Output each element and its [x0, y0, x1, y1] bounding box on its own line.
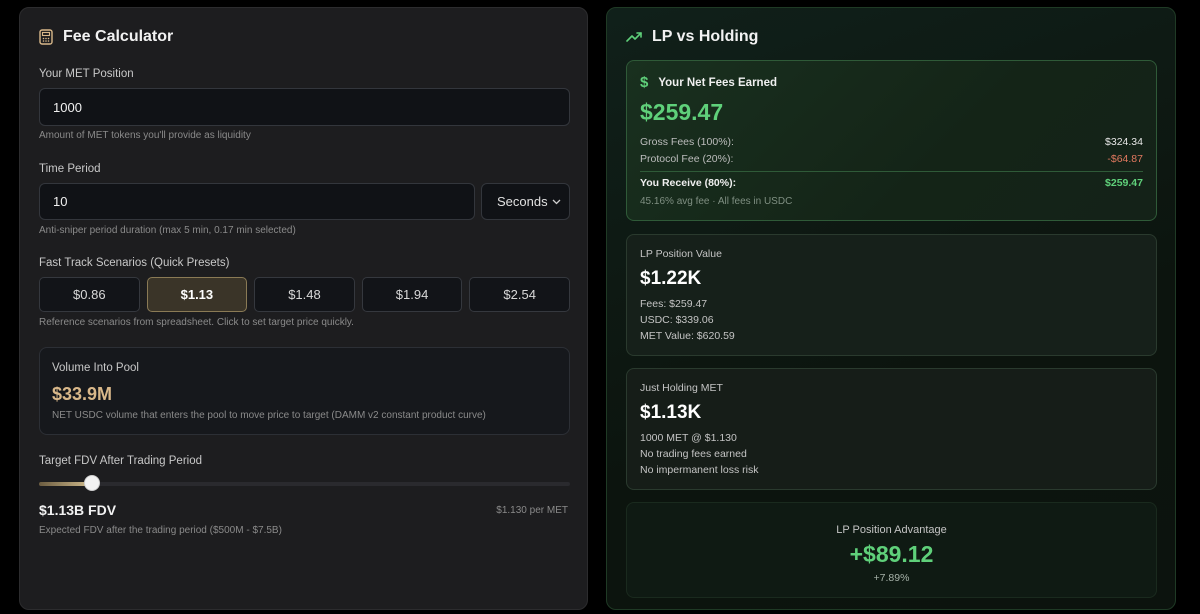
fee-calculator-title: Fee Calculator: [39, 28, 173, 46]
holding-value: $1.13K: [640, 402, 702, 423]
time-unit-select[interactable]: Seconds: [481, 183, 570, 220]
preset-button[interactable]: $1.94: [361, 277, 463, 312]
preset-button[interactable]: $1.48: [254, 277, 355, 312]
advantage-label: LP Position Advantage: [836, 524, 947, 536]
per-met-price: $1.130 per MET: [496, 505, 568, 516]
volume-value: $33.9M: [52, 384, 113, 404]
holding-label: Just Holding MET: [640, 382, 723, 394]
receive-label: You Receive (80%):: [640, 177, 737, 189]
advantage-card: LP Position Advantage +$89.12 +7.89%: [626, 502, 1157, 598]
lp-position-label: LP Position Value: [640, 248, 722, 260]
position-label: Your MET Position: [39, 68, 134, 80]
lp-line: USDC: $339.06: [640, 314, 714, 326]
fee-calculator-panel: Fee Calculator Your MET Position 1000 Am…: [19, 7, 588, 610]
time-unit-value: Seconds: [497, 194, 548, 209]
holding-card: Just Holding MET $1.13K 1000 MET @ $1.13…: [626, 368, 1157, 490]
time-period-input[interactable]: 10: [39, 183, 475, 220]
target-fdv-value: $1.13B FDV: [39, 502, 117, 518]
presets-label: Fast Track Scenarios (Quick Presets): [39, 257, 230, 269]
lp-vs-holding-panel: LP vs Holding $ Your Net Fees Earned $25…: [606, 7, 1176, 610]
holding-line: No trading fees earned: [640, 448, 747, 460]
trending-up-icon: [626, 32, 642, 42]
advantage-pct: +7.89%: [873, 572, 910, 584]
volume-label: Volume Into Pool: [52, 362, 139, 374]
divider: [640, 171, 1143, 172]
receive-row: You Receive (80%): $259.47: [640, 177, 1143, 189]
calculator-icon: [39, 29, 53, 45]
target-fdv-hint: Expected FDV after the trading period ($…: [39, 525, 282, 536]
protocol-fee-row: Protocol Fee (20%): -$64.87: [640, 153, 1143, 165]
fdv-slider-thumb[interactable]: [84, 475, 101, 491]
holding-line: 1000 MET @ $1.130: [640, 432, 737, 444]
holding-line: No impermanent loss risk: [640, 464, 759, 476]
volume-card: Volume Into Pool $33.9M NET USDC volume …: [39, 347, 570, 435]
panel-title: Fee Calculator: [63, 28, 174, 45]
volume-desc: NET USDC volume that enters the pool to …: [52, 410, 486, 421]
net-fees-header: $ Your Net Fees Earned: [640, 74, 777, 91]
presets-hint: Reference scenarios from spreadsheet. Cl…: [39, 317, 354, 328]
protocol-fee-value: -$64.87: [1107, 153, 1143, 165]
position-hint: Amount of MET tokens you'll provide as l…: [39, 130, 251, 141]
dollar-icon: $: [640, 74, 649, 91]
preset-button[interactable]: $0.86: [39, 277, 140, 312]
protocol-fee-label: Protocol Fee (20%):: [640, 153, 734, 165]
advantage-value: +$89.12: [849, 541, 934, 567]
net-fees-value: $259.47: [640, 99, 724, 125]
lp-position-value: $1.22K: [640, 268, 702, 289]
preset-button-active[interactable]: $1.13: [146, 277, 248, 312]
net-fees-label: Your Net Fees Earned: [658, 76, 777, 89]
lp-position-card: LP Position Value $1.22K Fees: $259.47 U…: [626, 234, 1157, 356]
time-period-label: Time Period: [39, 163, 101, 175]
met-position-input[interactable]: 1000: [39, 88, 570, 126]
chevron-down-icon: [552, 199, 561, 204]
target-fdv-label: Target FDV After Trading Period: [39, 455, 202, 467]
lp-line: MET Value: $620.59: [640, 330, 735, 342]
gross-fees-row: Gross Fees (100%): $324.34: [640, 136, 1143, 148]
receive-value: $259.47: [1105, 177, 1143, 189]
gross-fees-label: Gross Fees (100%):: [640, 136, 734, 148]
preset-button[interactable]: $2.54: [469, 277, 570, 312]
preset-buttons: $0.86 $1.13 $1.48 $1.94 $2.54: [39, 277, 570, 312]
fees-footnote: 45.16% avg fee · All fees in USDC: [640, 196, 793, 207]
lp-line: Fees: $259.47: [640, 298, 708, 310]
time-period-hint: Anti-sniper period duration (max 5 min, …: [39, 225, 296, 236]
panel-title: LP vs Holding: [652, 28, 759, 45]
net-fees-card: $ Your Net Fees Earned $259.47 Gross Fee…: [626, 60, 1157, 221]
fdv-slider-track[interactable]: [39, 482, 570, 486]
lp-vs-holding-title: LP vs Holding: [626, 28, 758, 46]
gross-fees-value: $324.34: [1105, 136, 1143, 148]
